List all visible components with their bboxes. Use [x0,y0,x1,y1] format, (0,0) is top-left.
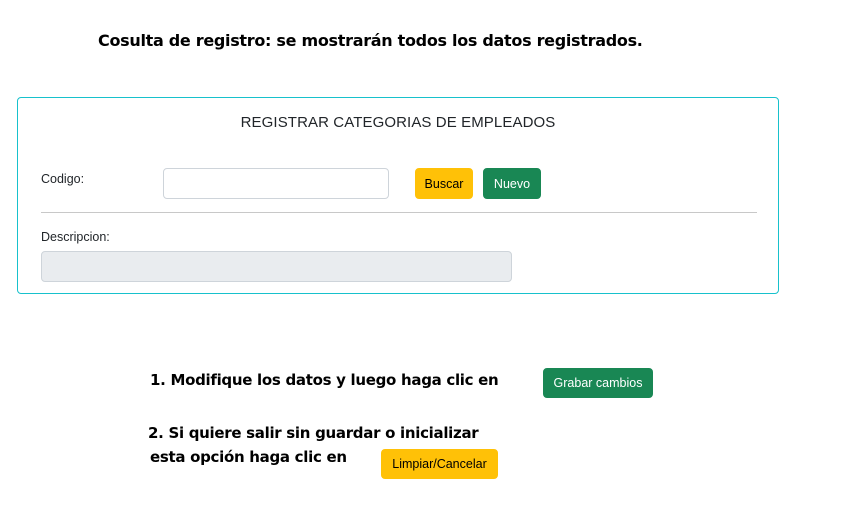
step1-instruction: 1. Modifique los datos y luego haga clic… [150,371,499,389]
grabar-cambios-button[interactable]: Grabar cambios [543,368,653,398]
step2-instruction-line1: 2. Si quiere salir sin guardar o inicial… [148,424,479,442]
buscar-button[interactable]: Buscar [415,168,473,199]
descripcion-label: Descripcion: [41,230,110,244]
codigo-input[interactable] [163,168,389,199]
page-heading: Cosulta de registro: se mostrarán todos … [98,31,643,50]
codigo-label: Codigo: [41,172,85,186]
form-divider [41,212,757,213]
descripcion-input[interactable] [41,251,512,282]
registration-form-card: REGISTRAR CATEGORIAS DE EMPLEADOS Codigo… [17,97,779,294]
limpiar-cancelar-button[interactable]: Limpiar/Cancelar [381,449,498,479]
nuevo-button[interactable]: Nuevo [483,168,541,199]
step2-instruction-line2: esta opción haga clic en [150,448,347,466]
form-title: REGISTRAR CATEGORIAS DE EMPLEADOS [240,114,556,131]
